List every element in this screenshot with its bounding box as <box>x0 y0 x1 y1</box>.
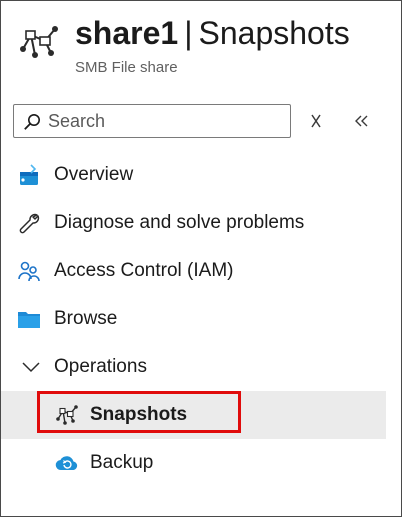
page-name: Snapshots <box>198 15 350 51</box>
nav-group-operations[interactable]: Operations <box>1 343 386 391</box>
nav-item-browse[interactable]: Browse <box>1 295 386 343</box>
nav-item-diagnose[interactable]: Diagnose and solve problems <box>1 199 386 247</box>
chevron-down-icon <box>22 362 40 373</box>
file-share-snapshot-icon <box>20 26 58 58</box>
resource-type-subtitle: SMB File share <box>75 59 178 76</box>
nav-item-label: Snapshots <box>90 404 188 425</box>
page-title: share1 | Snapshots <box>75 13 350 53</box>
nav-item-access-control[interactable]: Access Control (IAM) <box>1 247 386 295</box>
blade-header: share1 | Snapshots SMB File share <box>1 1 401 91</box>
snapshot-icon <box>56 405 78 425</box>
folder-icon <box>18 312 40 328</box>
navigation-panel: share1|Snapshots SMB File share Overview… <box>0 0 402 517</box>
nav-item-label: Browse <box>54 308 118 329</box>
nav-item-label: Access Control (IAM) <box>54 260 234 281</box>
nav-item-label: Diagnose and solve problems <box>54 212 305 233</box>
title-separator: | <box>184 15 193 51</box>
search-input[interactable] <box>48 105 284 137</box>
nav-item-overview[interactable]: Overview <box>1 151 386 199</box>
overview-icon <box>20 164 38 185</box>
collapse-double-chevron-icon[interactable] <box>351 111 371 131</box>
nav-item-snapshots[interactable]: Snapshots <box>1 391 386 439</box>
nav-item-backup[interactable]: Backup <box>1 439 386 487</box>
search-box[interactable] <box>13 104 291 138</box>
clear-icon[interactable] <box>306 111 326 131</box>
nav-item-label: Backup <box>90 452 154 473</box>
resource-name: share1 <box>75 15 179 51</box>
people-icon <box>18 261 40 282</box>
nav-group-label: Operations <box>54 356 147 377</box>
wrench-icon <box>19 213 40 234</box>
search-icon <box>24 114 40 130</box>
cloud-backup-icon <box>55 456 78 471</box>
nav-item-label: Overview <box>54 164 134 185</box>
